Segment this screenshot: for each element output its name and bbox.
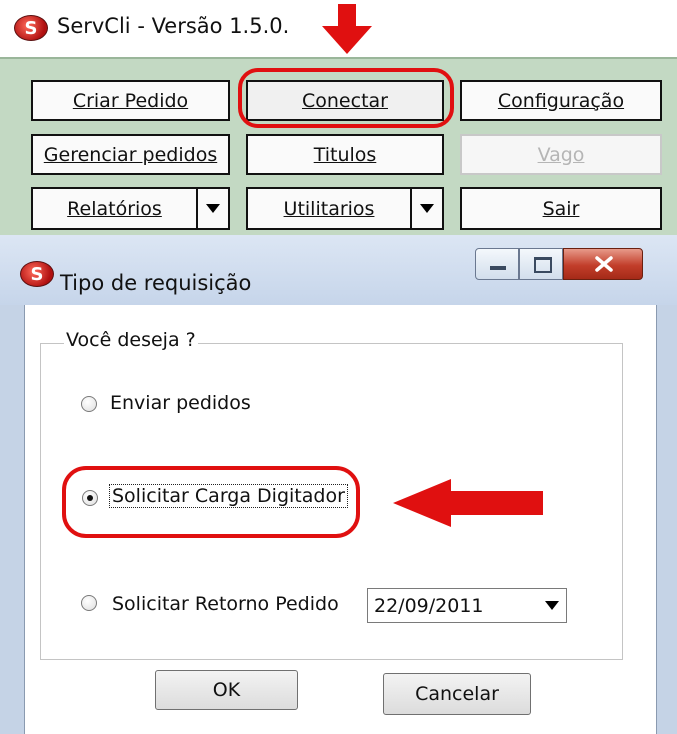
annotation-arrow-left xyxy=(393,479,543,527)
relatorios-dropdown-button[interactable]: Relatórios xyxy=(31,187,230,230)
app-icon: S xyxy=(20,261,54,287)
configuracao-button[interactable]: Configuração xyxy=(460,80,662,121)
criar-pedido-label: Criar Pedido xyxy=(72,89,189,112)
radio-selected-dot xyxy=(87,495,93,501)
chevron-down-icon[interactable] xyxy=(538,589,566,622)
annotation-arrow-down xyxy=(322,4,372,54)
maximize-button[interactable] xyxy=(519,248,563,280)
enviar-pedidos-label[interactable]: Enviar pedidos xyxy=(110,392,251,414)
groupbox-label: Você deseja ? xyxy=(64,329,198,351)
vago-label: Vago xyxy=(537,143,585,166)
dialog-titlebar: S Tipo de requisição xyxy=(0,235,677,305)
maximize-icon xyxy=(534,257,552,273)
enviar-pedidos-radio[interactable] xyxy=(81,396,97,412)
conectar-label: Conectar xyxy=(302,89,388,112)
utilitarios-label: Utilitarios xyxy=(283,197,375,220)
titulos-button[interactable]: Titulos xyxy=(246,134,444,175)
vago-button: Vago xyxy=(460,134,662,175)
chevron-down-icon[interactable] xyxy=(196,189,228,228)
date-combobox[interactable]: 22/09/2011 xyxy=(367,588,567,623)
criar-pedido-button[interactable]: Criar Pedido xyxy=(31,80,230,121)
close-button[interactable] xyxy=(563,248,643,280)
app-icon: S xyxy=(14,15,48,41)
sair-label: Sair xyxy=(542,197,580,220)
solicitar-carga-digitador-label[interactable]: Solicitar Carga Digitador xyxy=(109,484,348,508)
titulos-label: Titulos xyxy=(313,143,377,166)
main-window-title: ServCli - Versão 1.5.0. xyxy=(57,14,290,38)
minimize-button[interactable] xyxy=(475,248,519,280)
minimize-icon xyxy=(490,266,506,270)
sair-button[interactable]: Sair xyxy=(460,187,662,230)
gerenciar-pedidos-label: Gerenciar pedidos xyxy=(43,143,218,166)
solicitar-retorno-pedido-label[interactable]: Solicitar Retorno Pedido xyxy=(112,593,339,615)
cancel-button[interactable]: Cancelar xyxy=(383,673,531,715)
dialog-title: Tipo de requisição xyxy=(60,271,252,295)
solicitar-carga-digitador-radio[interactable] xyxy=(82,490,98,506)
ok-button[interactable]: OK xyxy=(155,670,298,710)
main-window-body: Criar Pedido Conectar Configuração Geren… xyxy=(0,57,677,249)
gerenciar-pedidos-button[interactable]: Gerenciar pedidos xyxy=(31,134,230,175)
utilitarios-dropdown-button[interactable]: Utilitarios xyxy=(246,187,444,230)
configuracao-label: Configuração xyxy=(497,89,625,112)
conectar-button[interactable]: Conectar xyxy=(246,80,444,121)
solicitar-retorno-pedido-radio[interactable] xyxy=(81,595,97,611)
date-value[interactable]: 22/09/2011 xyxy=(368,589,538,622)
close-icon xyxy=(595,256,613,272)
chevron-down-icon[interactable] xyxy=(410,189,442,228)
relatorios-label: Relatórios xyxy=(67,197,162,220)
